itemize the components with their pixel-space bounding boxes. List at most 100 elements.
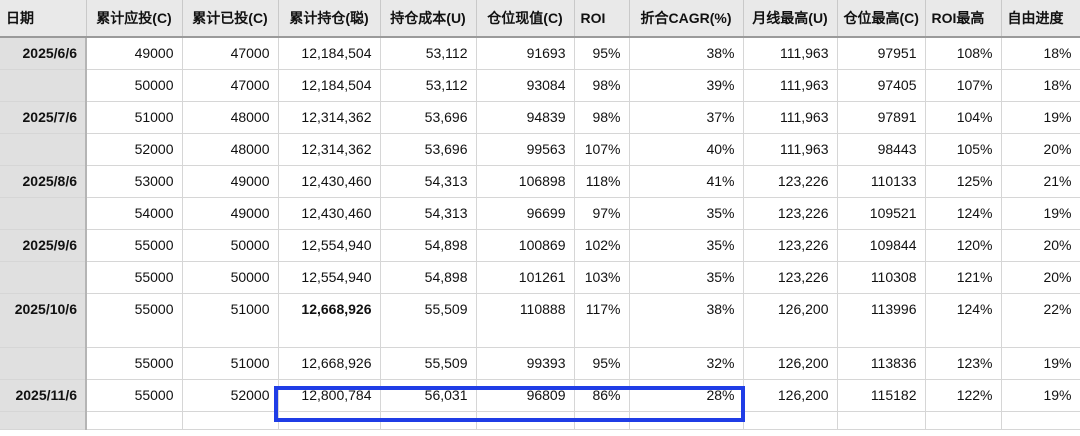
cell-date[interactable] — [0, 347, 87, 380]
cell-current-value[interactable]: 93084 — [476, 69, 575, 102]
cell-position-high[interactable]: 110308 — [837, 261, 926, 294]
cell-roi[interactable]: 95% — [574, 347, 630, 380]
cell-holdings-sats[interactable]: 12,800,784 — [278, 379, 381, 412]
cell-date[interactable] — [0, 133, 87, 166]
cell-freedom-progress[interactable]: 19% — [1001, 379, 1080, 412]
cell-cagr[interactable]: 41% — [629, 165, 744, 198]
cell-roi-high[interactable]: 123% — [925, 347, 1002, 380]
cell-holdings-sats[interactable]: 12,668,926 — [278, 293, 381, 348]
cell-freedom-progress[interactable]: 18% — [1001, 37, 1080, 70]
cell-freedom-progress[interactable]: 18% — [1001, 69, 1080, 102]
cell-roi[interactable]: 117% — [574, 293, 630, 348]
header-date[interactable]: 日期 — [0, 0, 87, 38]
cell-cagr[interactable]: 38% — [629, 293, 744, 348]
cell-planned-investment[interactable]: 50000 — [86, 69, 183, 102]
cell-current-value[interactable]: 91693 — [476, 37, 575, 70]
cell-current-value[interactable]: 110888 — [476, 293, 575, 348]
cell-date[interactable]: 2025/9/6 — [0, 229, 87, 262]
cell-date[interactable]: 2025/7/6 — [0, 101, 87, 134]
cell-monthly-high[interactable]: 111,963 — [743, 133, 838, 166]
cell-cagr[interactable]: 35% — [629, 197, 744, 230]
cell-current-value[interactable]: 100869 — [476, 229, 575, 262]
empty-cell[interactable] — [86, 411, 183, 430]
cell-planned-investment[interactable]: 55000 — [86, 379, 183, 412]
cell-roi-high[interactable]: 107% — [925, 69, 1002, 102]
cell-roi[interactable]: 95% — [574, 37, 630, 70]
cell-current-value[interactable]: 106898 — [476, 165, 575, 198]
cell-planned-investment[interactable]: 55000 — [86, 261, 183, 294]
cell-actual-investment[interactable]: 49000 — [182, 165, 279, 198]
empty-cell[interactable] — [837, 411, 926, 430]
cell-roi[interactable]: 103% — [574, 261, 630, 294]
cell-planned-investment[interactable]: 51000 — [86, 101, 183, 134]
cell-roi[interactable]: 107% — [574, 133, 630, 166]
cell-actual-investment[interactable]: 51000 — [182, 347, 279, 380]
cell-position-high[interactable]: 109844 — [837, 229, 926, 262]
header-roi[interactable]: ROI — [574, 0, 630, 38]
cell-date[interactable]: 2025/8/6 — [0, 165, 87, 198]
cell-monthly-high[interactable]: 111,963 — [743, 69, 838, 102]
cell-position-high[interactable]: 113836 — [837, 347, 926, 380]
cell-actual-investment[interactable]: 47000 — [182, 37, 279, 70]
empty-cell[interactable] — [182, 411, 279, 430]
cell-freedom-progress[interactable]: 22% — [1001, 293, 1080, 348]
empty-cell[interactable] — [925, 411, 1002, 430]
header-actual-investment[interactable]: 累计已投(C) — [182, 0, 279, 38]
cell-cagr[interactable]: 38% — [629, 37, 744, 70]
cell-cagr[interactable]: 32% — [629, 347, 744, 380]
cell-actual-investment[interactable]: 50000 — [182, 229, 279, 262]
empty-cell[interactable] — [476, 411, 575, 430]
cell-holdings-sats[interactable]: 12,430,460 — [278, 197, 381, 230]
cell-freedom-progress[interactable]: 19% — [1001, 347, 1080, 380]
cell-monthly-high[interactable]: 126,200 — [743, 379, 838, 412]
cell-holdings-sats[interactable]: 12,184,504 — [278, 69, 381, 102]
cell-holdings-sats[interactable]: 12,314,362 — [278, 133, 381, 166]
empty-cell[interactable] — [380, 411, 477, 430]
cell-cagr[interactable]: 39% — [629, 69, 744, 102]
cell-cagr[interactable]: 35% — [629, 229, 744, 262]
cell-monthly-high[interactable]: 123,226 — [743, 261, 838, 294]
cell-planned-investment[interactable]: 53000 — [86, 165, 183, 198]
cell-current-value[interactable]: 94839 — [476, 101, 575, 134]
header-holdings-sats[interactable]: 累计持仓(聪) — [278, 0, 381, 38]
cell-freedom-progress[interactable]: 19% — [1001, 101, 1080, 134]
cell-date[interactable] — [0, 197, 87, 230]
cell-roi-high[interactable]: 124% — [925, 197, 1002, 230]
cell-cost-basis[interactable]: 55,509 — [380, 347, 477, 380]
cell-position-high[interactable]: 110133 — [837, 165, 926, 198]
cell-roi[interactable]: 98% — [574, 101, 630, 134]
cell-planned-investment[interactable]: 55000 — [86, 293, 183, 348]
cell-current-value[interactable]: 99563 — [476, 133, 575, 166]
cell-date[interactable] — [0, 69, 87, 102]
cell-actual-investment[interactable]: 51000 — [182, 293, 279, 348]
cell-actual-investment[interactable]: 49000 — [182, 197, 279, 230]
cell-cost-basis[interactable]: 53,696 — [380, 101, 477, 134]
cell-freedom-progress[interactable]: 20% — [1001, 133, 1080, 166]
cell-monthly-high[interactable]: 126,200 — [743, 347, 838, 380]
cell-date[interactable]: 2025/6/6 — [0, 37, 87, 70]
cell-cost-basis[interactable]: 54,898 — [380, 261, 477, 294]
cell-cost-basis[interactable]: 53,696 — [380, 133, 477, 166]
cell-freedom-progress[interactable]: 20% — [1001, 229, 1080, 262]
header-cost-basis[interactable]: 持仓成本(U) — [380, 0, 477, 38]
cell-cost-basis[interactable]: 53,112 — [380, 69, 477, 102]
cell-planned-investment[interactable]: 49000 — [86, 37, 183, 70]
cell-monthly-high[interactable]: 123,226 — [743, 165, 838, 198]
cell-cost-basis[interactable]: 54,898 — [380, 229, 477, 262]
cell-roi-high[interactable]: 120% — [925, 229, 1002, 262]
cell-actual-investment[interactable]: 47000 — [182, 69, 279, 102]
cell-roi[interactable]: 102% — [574, 229, 630, 262]
cell-holdings-sats[interactable]: 12,184,504 — [278, 37, 381, 70]
cell-date[interactable]: 2025/11/6 — [0, 379, 87, 412]
cell-roi[interactable]: 98% — [574, 69, 630, 102]
cell-freedom-progress[interactable]: 20% — [1001, 261, 1080, 294]
cell-roi-high[interactable]: 124% — [925, 293, 1002, 348]
header-freedom-progress[interactable]: 自由进度 — [1001, 0, 1080, 38]
empty-cell[interactable] — [743, 411, 838, 430]
header-cagr[interactable]: 折合CAGR(%) — [629, 0, 744, 38]
cell-roi-high[interactable]: 108% — [925, 37, 1002, 70]
cell-cost-basis[interactable]: 55,509 — [380, 293, 477, 348]
cell-actual-investment[interactable]: 50000 — [182, 261, 279, 294]
empty-cell[interactable] — [574, 411, 630, 430]
cell-position-high[interactable]: 97891 — [837, 101, 926, 134]
